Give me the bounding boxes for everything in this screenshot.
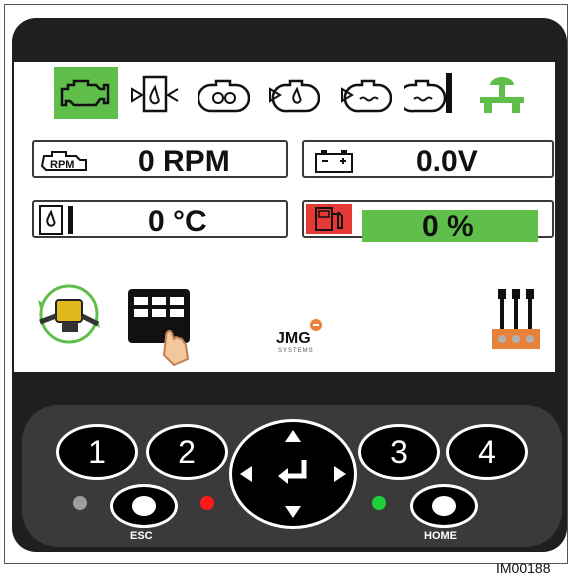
up-arrow-icon <box>285 430 301 442</box>
voltage-tile: 0.0V <box>302 140 554 178</box>
rpm-icon: RPM <box>40 151 87 171</box>
left-arrow-icon <box>240 466 252 482</box>
touch-menu-icon[interactable] <box>126 287 198 367</box>
fuel-value: 0 % <box>422 210 474 243</box>
home-button[interactable] <box>410 484 478 528</box>
oil-pressure-icon[interactable] <box>262 67 326 119</box>
logo-mark-icon <box>310 319 322 331</box>
temperature-tile: 0 °C <box>32 200 288 238</box>
air-filter-icon[interactable] <box>192 67 256 119</box>
figure-reference: IM00188 <box>496 560 551 576</box>
coolant-level-icon[interactable] <box>334 67 398 119</box>
valve-icon[interactable] <box>470 67 534 119</box>
battery-icon <box>315 150 353 173</box>
lever-control-icon[interactable] <box>488 287 544 353</box>
temperature-value: 0 °C <box>148 205 207 238</box>
rpm-value: 0 RPM <box>138 145 230 178</box>
direction-arrows-icon <box>240 430 346 518</box>
jmg-logo: JMG SYSTEMS <box>276 319 346 370</box>
key-4-button[interactable]: 4 <box>446 424 528 480</box>
enter-icon <box>278 468 288 484</box>
fuel-level-bar: 0 % <box>362 210 538 243</box>
esc-label: ESC <box>130 530 153 542</box>
tank-temp-icon <box>39 205 73 235</box>
down-arrow-icon <box>285 506 301 518</box>
engine-icon[interactable] <box>54 67 118 119</box>
right-arrow-icon <box>334 466 346 482</box>
navigation-pad[interactable] <box>229 419 357 529</box>
fuel-filter-icon[interactable] <box>124 67 188 119</box>
key-3-button[interactable]: 3 <box>358 424 440 480</box>
status-led-red <box>200 496 214 510</box>
status-led-gray <box>73 496 87 510</box>
esc-button[interactable] <box>110 484 178 528</box>
svg-text:RPM: RPM <box>50 159 74 171</box>
home-label: HOME <box>424 530 457 542</box>
key-2-button[interactable]: 2 <box>146 424 228 480</box>
fuel-pump-icon <box>306 204 352 234</box>
status-led-green <box>372 496 386 510</box>
rotation-machine-icon[interactable] <box>30 282 108 346</box>
voltage-value: 0.0V <box>416 145 478 178</box>
coolant-temp-icon[interactable] <box>398 67 462 119</box>
rpm-tile: RPM 0 RPM <box>32 140 288 178</box>
key-1-button[interactable]: 1 <box>56 424 138 480</box>
